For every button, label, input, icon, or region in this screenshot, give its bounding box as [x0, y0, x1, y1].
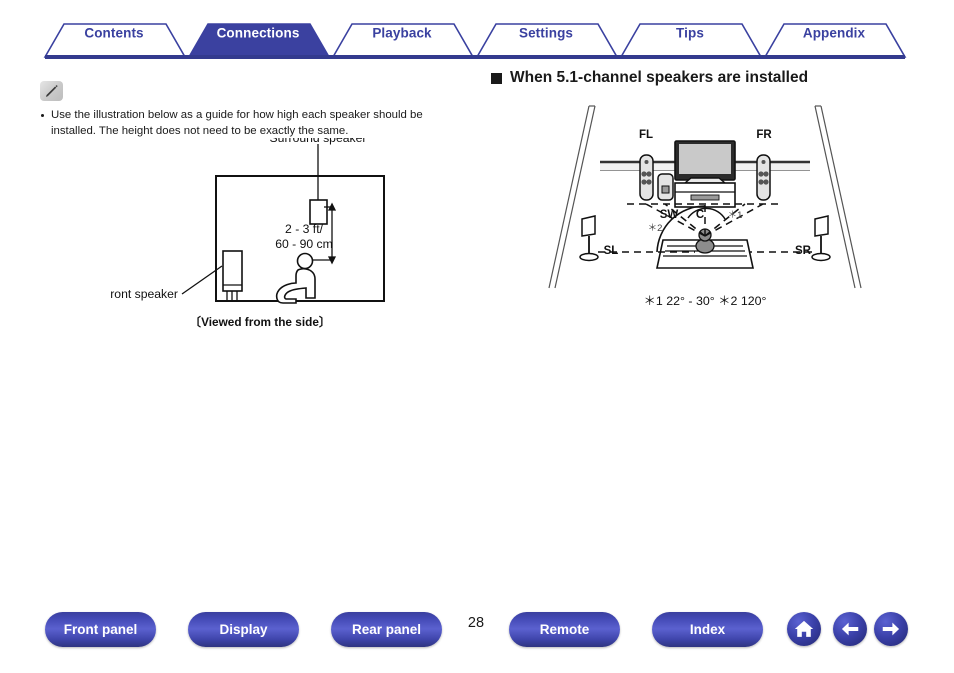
pencil-glyph [46, 84, 58, 97]
label-note1-marker: ＊1 [728, 210, 743, 221]
tab-playback[interactable]: Playback [372, 26, 431, 41]
speaker-fr-shape [756, 154, 771, 201]
display-button[interactable]: Display [188, 612, 299, 647]
tab-contents[interactable]: Contents [84, 26, 143, 41]
label-note2-marker: ＊2 [648, 223, 663, 234]
angle-arc-1 [687, 207, 726, 220]
label-height-metric: 60 - 90 cm [275, 237, 333, 251]
figure-room-layout: FL FR SW C SL SR ＊1 ＊2 [548, 105, 862, 289]
tab-tips[interactable]: Tips [676, 26, 704, 41]
front-panel-button[interactable]: Front panel [45, 612, 156, 647]
bottom-nav: Front panel Display Rear panel Remote In… [0, 612, 954, 664]
home-glyph [794, 620, 814, 637]
section-heading: When 5.1-channel speakers are installed [491, 69, 808, 87]
note-block: Use the illustration below as a guide fo… [40, 81, 460, 139]
label-height-imperial: 2 - 3 ft/ [285, 222, 324, 236]
label-sw: SW [660, 209, 679, 221]
tv-shape [674, 140, 736, 184]
figure-side-view: Surround speaker Front speaker 2 - 3 ft/… [110, 138, 385, 304]
tab-baseline-rule [45, 55, 905, 59]
page-number: 28 [467, 615, 485, 631]
surround-speaker-shape [309, 199, 328, 225]
speaker-sr-shape [811, 215, 831, 262]
figure-room-layout-caption: ＊1 22° - 30° ＊2 120° [643, 294, 767, 308]
square-bullet-icon [491, 72, 502, 84]
arrow-left-icon[interactable] [833, 612, 867, 646]
speaker-sl-shape [579, 215, 599, 262]
label-surround-speaker: Surround speaker [270, 138, 367, 145]
arrow-right-glyph [882, 622, 900, 636]
tab-appendix[interactable]: Appendix [803, 26, 865, 41]
remote-button[interactable]: Remote [509, 612, 620, 647]
speaker-fl-shape [639, 154, 654, 201]
index-button[interactable]: Index [652, 612, 763, 647]
label-fl: FL [639, 129, 653, 141]
figure-side-view-caption: 〔Viewed from the side〕 [189, 315, 331, 329]
tab-bar: Contents Connections Playback Settings T… [0, 0, 954, 62]
subwoofer-shape [657, 173, 674, 201]
tab-connections[interactable]: Connections [217, 26, 300, 41]
front-speaker-shape [222, 250, 243, 302]
label-fr: FR [756, 129, 772, 141]
note-list-item: Use the illustration below as a guide fo… [40, 108, 460, 139]
label-sl: SL [604, 245, 619, 257]
home-icon[interactable] [787, 612, 821, 646]
label-sr: SR [795, 245, 812, 257]
label-c: C [696, 209, 704, 221]
section-heading-text: When 5.1-channel speakers are installed [510, 69, 809, 86]
arrow-right-icon[interactable] [874, 612, 908, 646]
pencil-icon [40, 81, 63, 101]
rear-panel-button[interactable]: Rear panel [331, 612, 442, 647]
listener-shape [275, 252, 316, 304]
tab-settings[interactable]: Settings [519, 26, 573, 41]
arrow-left-glyph [841, 622, 859, 636]
note-list: Use the illustration below as a guide fo… [40, 108, 460, 139]
label-front-speaker: Front speaker [110, 287, 178, 301]
